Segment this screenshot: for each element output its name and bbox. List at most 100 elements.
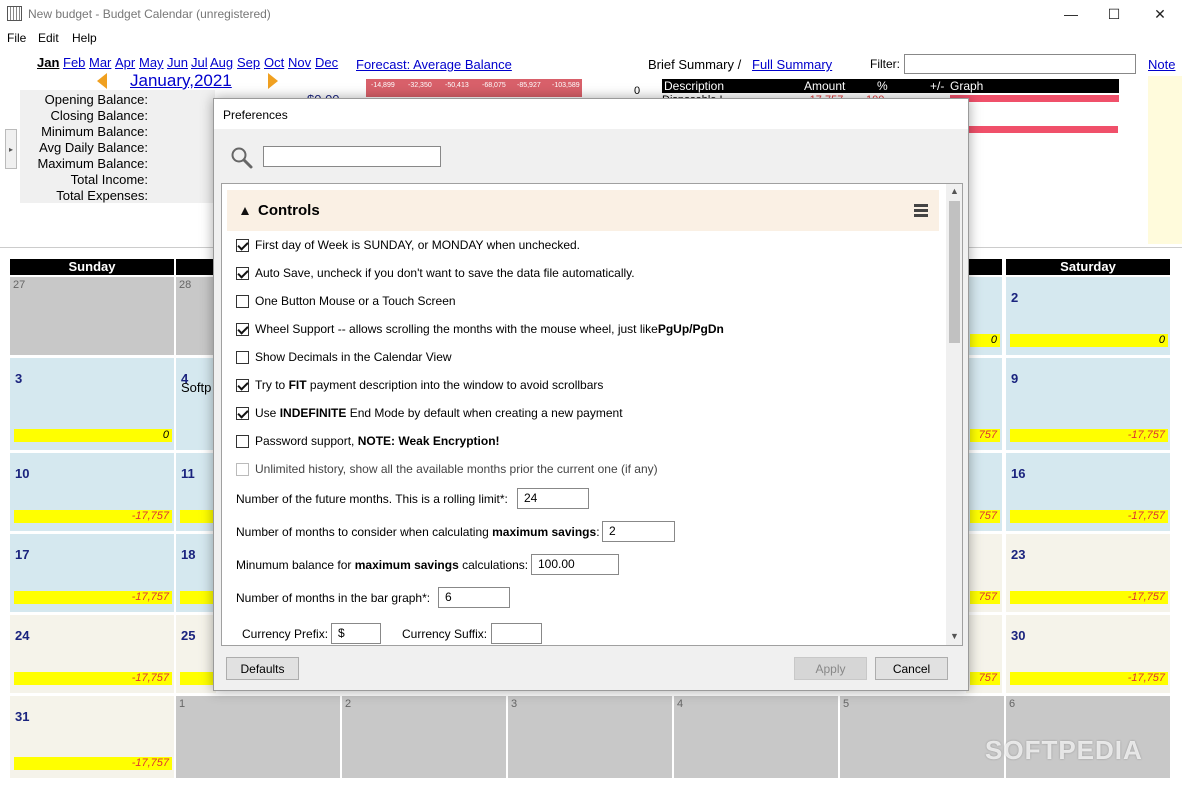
month-link-may[interactable]: May — [139, 55, 164, 70]
checkbox[interactable] — [236, 294, 249, 308]
calendar-day[interactable]: 4 — [674, 696, 838, 778]
month-link-mar[interactable]: Mar — [89, 55, 111, 70]
calendar-day[interactable]: 2 — [342, 696, 506, 778]
sidebar-toggle[interactable]: ▸ — [5, 129, 17, 169]
month-link-dec[interactable]: Dec — [315, 55, 338, 70]
avg-daily-balance-label: Avg Daily Balance: — [39, 140, 148, 155]
month-link-sep[interactable]: Sep — [237, 55, 260, 70]
current-month-title[interactable]: January,2021 — [130, 71, 232, 91]
min-balance-label: Minumum balance for maximum savings calc… — [236, 558, 528, 572]
month-link-apr[interactable]: Apr — [115, 55, 135, 70]
forecast-value: -50,413 — [445, 82, 469, 89]
option-first-day-sunday[interactable]: First day of Week is SUNDAY, or MONDAY w… — [236, 237, 580, 253]
month-link-oct[interactable]: Oct — [264, 55, 284, 70]
checkbox[interactable] — [236, 378, 249, 392]
forecast-link[interactable]: Forecast: Average Balance — [356, 57, 512, 72]
day-number: 17 — [15, 547, 30, 562]
month-link-jul[interactable]: Jul — [191, 55, 208, 70]
calendar-day[interactable]: 757 — [966, 615, 1002, 693]
calendar-day[interactable]: 16 -17,757 — [1006, 453, 1170, 531]
checkbox[interactable] — [236, 406, 249, 420]
calendar-day[interactable]: 25 — [176, 615, 216, 693]
option-label-rest: payment description into the window to a… — [306, 378, 604, 392]
bar-graph-months-input[interactable]: 6 — [438, 587, 510, 608]
defaults-button[interactable]: Defaults — [226, 657, 299, 680]
option-password-support[interactable]: Password support, NOTE: Weak Encryption! — [236, 433, 500, 449]
title-bar: New budget - Budget Calendar (unregister… — [0, 0, 1182, 28]
next-month-arrow-icon[interactable] — [268, 73, 278, 89]
hamburger-menu-icon[interactable] — [914, 204, 928, 217]
calendar-day[interactable]: 757 — [966, 534, 1002, 612]
scroll-down-arrow-icon[interactable]: ▼ — [950, 631, 959, 641]
future-months-input[interactable]: 24 — [517, 488, 589, 509]
day-balance: -17,757 — [1010, 591, 1168, 604]
checkbox[interactable] — [236, 434, 249, 448]
currency-prefix-input[interactable]: $ — [331, 623, 381, 644]
collapse-triangle-icon[interactable] — [241, 207, 249, 215]
option-indefinite-end-mode[interactable]: Use INDEFINITE End Mode by default when … — [236, 405, 623, 421]
cancel-button[interactable]: Cancel — [875, 657, 948, 680]
month-link-nov[interactable]: Nov — [288, 55, 311, 70]
closing-balance-label: Closing Balance: — [50, 108, 148, 123]
day-number: 28 — [179, 279, 192, 291]
min-balance-input[interactable]: 100.00 — [531, 554, 619, 575]
close-button[interactable]: ✕ — [1137, 0, 1182, 28]
option-fit-description[interactable]: Try to FIT payment description into the … — [236, 377, 603, 393]
calendar-day[interactable]: 11 — [176, 453, 216, 531]
calendar-day[interactable]: 27 — [10, 277, 174, 355]
col-amount: Amount — [804, 79, 846, 93]
scrollbar-thumb[interactable] — [949, 201, 960, 343]
calendar-day[interactable]: 31 -17,757 — [10, 696, 174, 778]
filter-input[interactable] — [904, 54, 1136, 74]
note-link[interactable]: Note — [1148, 57, 1175, 72]
option-label: First day of Week is SUNDAY, or MONDAY w… — [255, 238, 581, 252]
month-link-aug[interactable]: Aug — [210, 55, 233, 70]
calendar-day[interactable]: 23 -17,757 — [1006, 534, 1170, 612]
month-link-jun[interactable]: Jun — [167, 55, 188, 70]
calendar-day[interactable]: 17 -17,757 — [10, 534, 174, 612]
month-link-jan[interactable]: Jan — [37, 55, 59, 70]
menu-edit[interactable]: Edit — [38, 31, 59, 45]
note-panel[interactable] — [1148, 76, 1182, 244]
option-one-button-mouse[interactable]: One Button Mouse or a Touch Screen — [236, 293, 456, 309]
full-summary-link[interactable]: Full Summary — [752, 57, 832, 72]
calendar-day[interactable]: 1 — [176, 696, 340, 778]
calendar-day[interactable]: 28 — [176, 277, 216, 355]
calendar-day[interactable]: 10 -17,757 — [10, 453, 174, 531]
maximize-button[interactable]: ☐ — [1091, 0, 1137, 28]
checkbox[interactable] — [236, 238, 249, 252]
scroll-up-arrow-icon[interactable]: ▲ — [950, 186, 959, 196]
option-label: Password support, — [255, 434, 358, 448]
checkbox[interactable] — [236, 350, 249, 364]
option-show-decimals[interactable]: Show Decimals in the Calendar View — [236, 349, 452, 365]
checkbox[interactable] — [236, 266, 249, 280]
minimize-button[interactable]: — — [1048, 0, 1094, 28]
calendar-day[interactable]: 757 — [966, 453, 1002, 531]
calendar-day[interactable]: 30 -17,757 — [1006, 615, 1170, 693]
checkbox[interactable] — [236, 322, 249, 336]
calendar-day[interactable]: 9 -17,757 — [1006, 358, 1170, 450]
max-savings-months-input[interactable]: 2 — [602, 521, 675, 542]
prev-month-arrow-icon[interactable] — [97, 73, 107, 89]
calendar-day[interactable]: 30 — [10, 358, 174, 450]
calendar-day[interactable]: 24 -17,757 — [10, 615, 174, 693]
menu-file[interactable]: File — [7, 31, 26, 45]
calendar-day[interactable]: 20 — [1006, 277, 1170, 355]
label-text: : — [596, 525, 600, 539]
calendar-day[interactable]: 18 — [176, 534, 216, 612]
currency-suffix-input[interactable] — [491, 623, 542, 644]
calendar-day[interactable]: 4 Softp — [176, 358, 216, 450]
option-auto-save[interactable]: Auto Save, uncheck if you don't want to … — [236, 265, 635, 281]
preferences-search-input[interactable] — [263, 146, 441, 167]
calendar-day[interactable]: 757 — [966, 358, 1002, 450]
calendar-day[interactable]: 5 — [840, 696, 1004, 778]
day-balance: -17,757 — [14, 672, 172, 685]
calendar-day[interactable]: 0 — [966, 277, 1002, 355]
month-link-feb[interactable]: Feb — [63, 55, 85, 70]
section-header-controls[interactable]: Controls — [227, 190, 939, 231]
apply-button[interactable]: Apply — [794, 657, 867, 680]
dialog-title-bar — [214, 99, 968, 129]
calendar-day[interactable]: 3 — [508, 696, 672, 778]
option-wheel-support[interactable]: Wheel Support -- allows scrolling the mo… — [236, 321, 724, 337]
menu-help[interactable]: Help — [72, 31, 97, 45]
